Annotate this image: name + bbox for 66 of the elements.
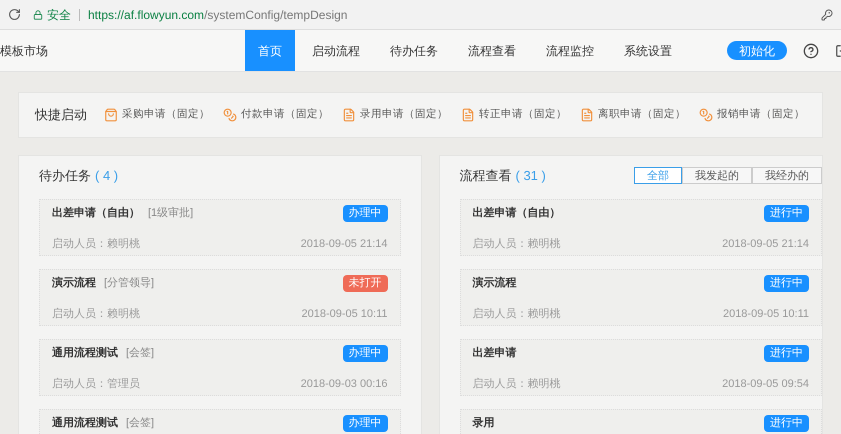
nav-tab[interactable]: 启动流程 <box>299 30 373 71</box>
reload-icon[interactable] <box>8 8 21 21</box>
secure-label: 安全 <box>47 6 71 24</box>
task-name: 出差申请 <box>472 346 517 361</box>
url-origin[interactable]: https://af.flowyun.com <box>88 6 204 24</box>
time-text: 2018-09-05 10:11 <box>722 306 809 322</box>
task-card[interactable]: 出差申请 进行中 启动人员：赖明桃 2018-09-05 09:54 <box>460 338 822 396</box>
lock-icon <box>33 10 43 20</box>
quick-start-item[interactable]: 报销申请（固定） <box>699 107 805 123</box>
status-badge: 办理中 <box>342 414 388 432</box>
quick-start-item[interactable]: 采购申请（固定） <box>104 107 210 123</box>
quick-start-item[interactable]: 转正申请（固定） <box>461 107 567 123</box>
status-badge: 办理中 <box>342 344 388 362</box>
time-text: 2018-09-03 00:16 <box>300 376 388 392</box>
task-card[interactable]: 演示流程 进行中 启动人员：赖明桃 2018-09-05 10:11 <box>460 268 822 326</box>
filter-tab[interactable]: 我发起的 <box>682 167 752 184</box>
task-step: [会签] <box>126 344 154 362</box>
nav-tab[interactable]: 待办任务 <box>377 30 451 71</box>
task-name: 通用流程测试 <box>52 346 118 361</box>
task-step: [1级审批] <box>148 204 194 222</box>
time-text: 2018-09-05 21:14 <box>300 236 388 252</box>
task-step: [分管领导] <box>104 274 154 292</box>
status-badge: 办理中 <box>342 204 388 222</box>
starter-text: 启动人员：赖明桃 <box>472 376 561 392</box>
task-name: 出差申请（自由） <box>472 206 561 221</box>
quick-start-item[interactable]: 录用申请（固定） <box>342 107 448 123</box>
task-card[interactable]: 出差申请（自由） 进行中 启动人员：赖明桃 2018-09-05 21:14 <box>460 198 822 256</box>
status-badge: 进行中 <box>764 274 809 292</box>
panel-title: 待办任务 <box>39 167 91 185</box>
status-badge: 进行中 <box>764 344 809 362</box>
quick-start-title: 快捷启动 <box>35 106 87 124</box>
help-icon[interactable] <box>803 42 819 58</box>
task-card[interactable]: 录用 进行中 <box>460 408 822 434</box>
url-path[interactable]: /systemConfig/tempDesign <box>204 6 348 24</box>
time-text: 2018-09-05 09:54 <box>722 376 809 392</box>
task-name: 演示流程 <box>52 276 96 291</box>
task-step: [会签] <box>126 414 154 432</box>
nav-tab[interactable]: 流程监控 <box>533 30 607 71</box>
starter-text: 启动人员：赖明桃 <box>472 236 561 252</box>
status-badge: 进行中 <box>764 414 809 432</box>
starter-text: 启动人员：赖明桃 <box>472 306 561 322</box>
task-name: 演示流程 <box>472 276 517 291</box>
task-name: 通用流程测试 <box>52 416 118 431</box>
task-card[interactable]: 演示流程 [分管领导] 未打开 启动人员：赖明桃 2018-09-05 10:11 <box>39 268 401 326</box>
task-card[interactable]: 通用流程测试 [会签] 办理中 <box>39 408 401 434</box>
quick-start-item[interactable]: 付款申请（固定） <box>223 107 329 123</box>
count-text: ( 31 ) <box>516 167 546 185</box>
quick-start-item[interactable]: 离职申请（固定） <box>580 107 686 123</box>
task-card[interactable]: 出差申请（自由） [1级审批] 办理中 启动人员：赖明桃 2018-09-05 21:14 <box>39 198 401 256</box>
time-text: 2018-09-05 10:11 <box>301 306 388 322</box>
task-name: 出差申请（自由） <box>52 206 140 221</box>
starter-text: 启动人员：赖明桃 <box>52 306 140 322</box>
status-badge: 未打开 <box>342 274 388 292</box>
nav-tab[interactable]: 流程查看 <box>455 30 529 71</box>
count-text: ( 4 ) <box>95 167 118 185</box>
task-card[interactable]: 通用流程测试 [会签] 办理中 启动人员：管理员 2018-09-03 00:16 <box>39 338 401 396</box>
starter-text: 启动人员：管理员 <box>52 376 140 392</box>
time-text: 2018-09-05 21:14 <box>722 236 809 252</box>
brand-title[interactable]: 模板市场 <box>0 42 245 60</box>
nav-tab[interactable]: 系统设置 <box>611 30 685 71</box>
panel-title: 流程查看 <box>460 167 512 185</box>
task-name: 录用 <box>472 416 495 431</box>
filter-tab[interactable]: 我经办的 <box>752 167 822 184</box>
starter-text: 启动人员：赖明桃 <box>52 236 140 252</box>
key-icon[interactable] <box>821 8 833 20</box>
status-badge: 进行中 <box>764 204 809 222</box>
